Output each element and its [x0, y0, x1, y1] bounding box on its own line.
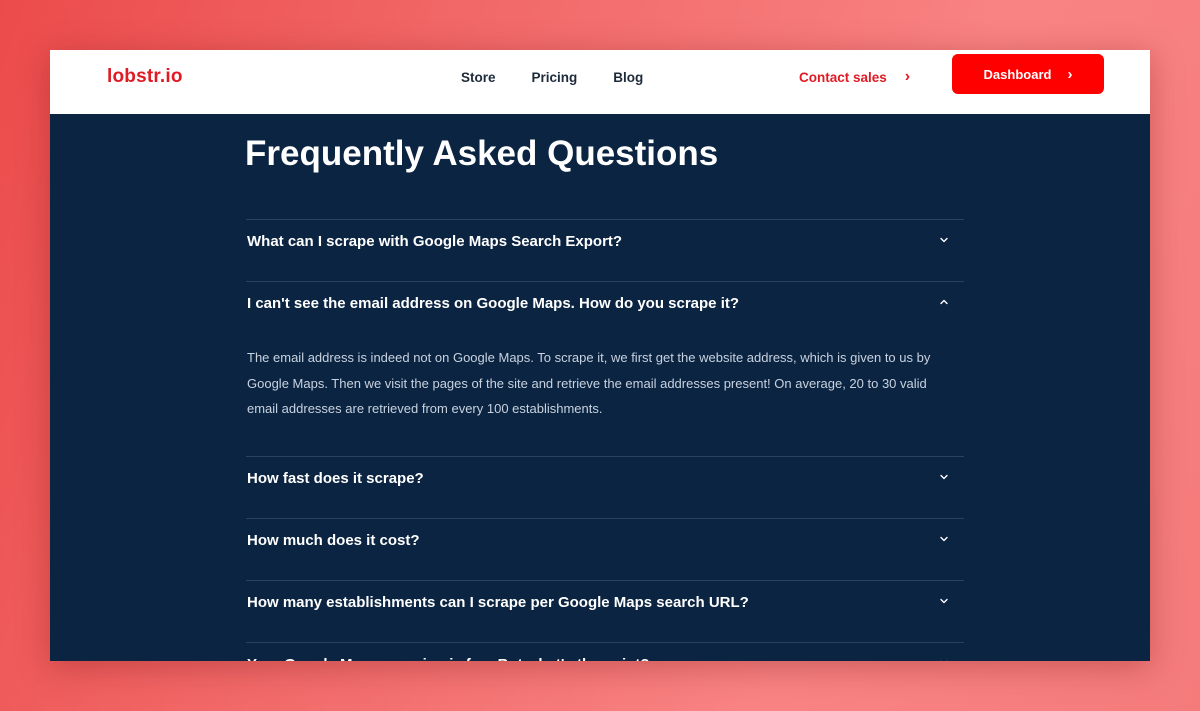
chevron-down-icon	[940, 536, 948, 541]
faq-section: Frequently Asked Questions What can I sc…	[50, 114, 1150, 661]
dashboard-button[interactable]: Dashboard ›	[952, 54, 1104, 94]
chevron-down-icon	[940, 660, 948, 661]
faq-item: What can I scrape with Google Maps Searc…	[246, 219, 964, 281]
page-title: Frequently Asked Questions	[245, 134, 719, 173]
faq-question: How much does it cost?	[247, 531, 420, 549]
faq-question: Your Google Maps scraping is fun. But wh…	[247, 656, 649, 662]
faq-question: How many establishments can I scrape per…	[247, 593, 749, 611]
chevron-up-icon	[940, 299, 948, 305]
faq-question: What can I scrape with Google Maps Searc…	[247, 233, 623, 250]
chevron-right-icon: ›	[904, 68, 911, 85]
faq-question-toggle[interactable]: Your Google Maps scraping is fun. But wh…	[246, 643, 964, 662]
faq-list: What can I scrape with Google Maps Searc…	[246, 219, 964, 661]
faq-question: How fast does it scrape?	[247, 469, 424, 487]
faq-item: How much does it cost?	[246, 517, 964, 580]
browser-frame: lobstr.io Store Pricing Blog Contact sal…	[50, 50, 1150, 661]
contact-sales-link[interactable]: Contact sales ›	[799, 69, 910, 85]
nav-blog[interactable]: Blog	[613, 70, 643, 85]
faq-item: I can't see the email address on Google …	[246, 281, 964, 456]
chevron-down-icon	[940, 237, 948, 243]
nav-pricing[interactable]: Pricing	[532, 70, 578, 85]
nav-store[interactable]: Store	[461, 70, 496, 85]
chevron-down-icon	[940, 474, 948, 479]
faq-answer: The email address is indeed not on Googl…	[247, 350, 931, 416]
faq-question-toggle[interactable]: How many establishments can I scrape per…	[246, 581, 964, 642]
chevron-right-icon: ›	[1067, 65, 1073, 83]
main-nav: Store Pricing Blog	[461, 70, 679, 85]
top-navbar: lobstr.io Store Pricing Blog Contact sal…	[50, 50, 1150, 114]
faq-question-toggle[interactable]: I can't see the email address on Google …	[246, 282, 964, 343]
faq-question-toggle[interactable]: How much does it cost?	[246, 519, 964, 580]
dashboard-label: Dashboard	[983, 66, 1052, 82]
faq-question-toggle[interactable]: What can I scrape with Google Maps Searc…	[246, 220, 964, 281]
faq-item: How fast does it scrape?	[246, 455, 964, 518]
chevron-down-icon	[940, 598, 948, 603]
logo[interactable]: lobstr.io	[107, 66, 183, 88]
contact-sales-label: Contact sales	[799, 69, 887, 85]
faq-question-toggle[interactable]: How fast does it scrape?	[246, 457, 964, 518]
faq-item: How many establishments can I scrape per…	[246, 579, 964, 642]
faq-item: Your Google Maps scraping is fun. But wh…	[246, 641, 964, 662]
faq-question: I can't see the email address on Google …	[247, 295, 740, 312]
